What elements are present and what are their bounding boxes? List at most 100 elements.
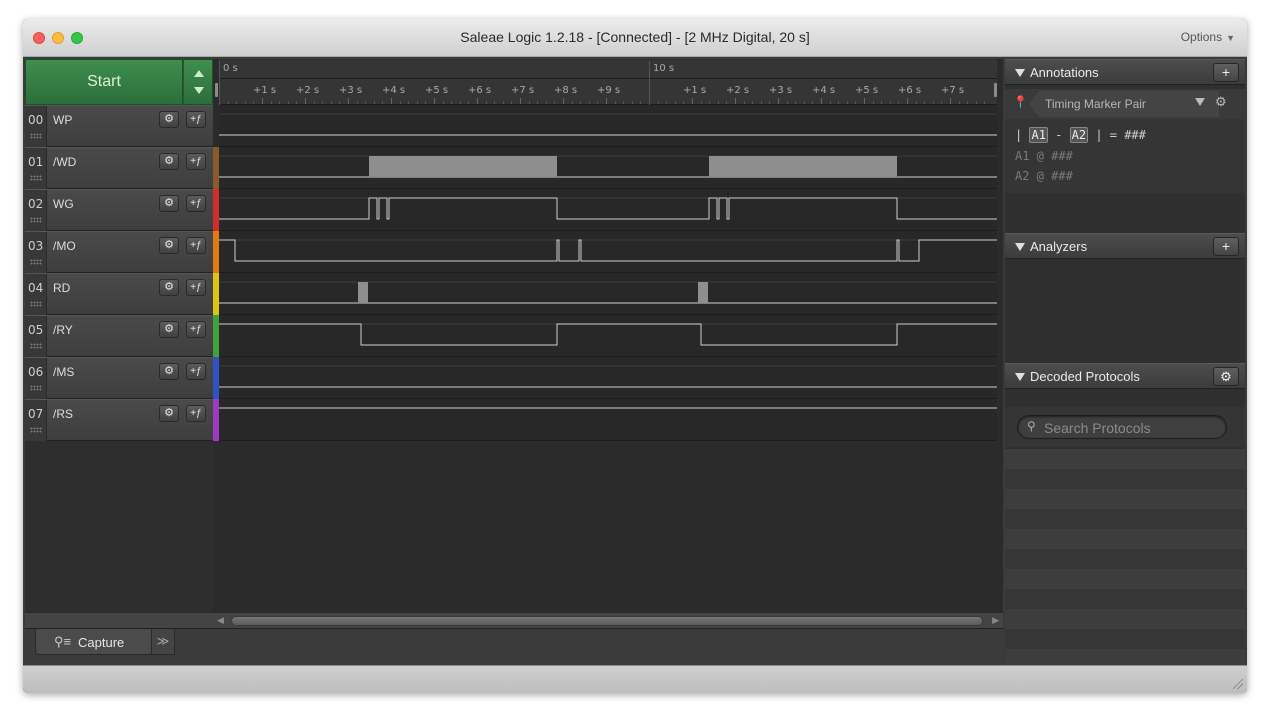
- analyzers-header[interactable]: Analyzers +: [1005, 233, 1245, 259]
- channel-track[interactable]: [219, 105, 997, 147]
- ruler-major-label: 0 s: [223, 63, 238, 74]
- drag-handle-icon[interactable]: [30, 343, 42, 349]
- channel-track[interactable]: [219, 315, 997, 357]
- channel-name[interactable]: RD: [53, 281, 70, 295]
- channel-settings-button[interactable]: ⚙: [159, 153, 179, 170]
- marker-a1-badge[interactable]: A1: [1029, 127, 1048, 143]
- tab-capture[interactable]: ⚲≡ Capture: [35, 629, 153, 655]
- channel-row[interactable]: 04 RD ⚙ +ƒ: [25, 273, 213, 315]
- channel-color-strip: [213, 147, 219, 189]
- ruler-minor-tick: [236, 101, 237, 104]
- drag-handle-icon[interactable]: [30, 133, 42, 139]
- search-icon: ⚲: [1027, 419, 1036, 433]
- search-protocols-input[interactable]: [1044, 419, 1219, 437]
- channel-trigger-button[interactable]: +ƒ: [186, 405, 206, 422]
- channel-name[interactable]: WG: [53, 197, 74, 211]
- ruler-handle-icon[interactable]: [215, 83, 218, 97]
- options-menu[interactable]: Options ▼: [1181, 30, 1235, 44]
- channel-settings-button[interactable]: ⚙: [159, 405, 179, 422]
- drag-handle-icon[interactable]: [30, 217, 42, 223]
- channel-name[interactable]: /WD: [53, 155, 76, 169]
- ruler-minor-tick: [382, 101, 383, 104]
- marker-type-label: Timing Marker Pair: [1045, 97, 1146, 111]
- drag-handle-icon[interactable]: [30, 301, 42, 307]
- channel-color-strip: [213, 189, 219, 231]
- protocol-search-box[interactable]: ⚲: [1017, 415, 1227, 439]
- channel-name[interactable]: /RY: [53, 323, 73, 337]
- horizontal-scroll-thumb[interactable]: [231, 616, 983, 626]
- ruler-minor-tick: [537, 101, 538, 104]
- channel-settings-button[interactable]: ⚙: [159, 111, 179, 128]
- waveform: [219, 113, 997, 136]
- drag-handle-icon[interactable]: [30, 259, 42, 265]
- drag-handle-icon[interactable]: [30, 385, 42, 391]
- marker-dropdown-icon[interactable]: [1195, 98, 1205, 106]
- annotations-header[interactable]: Annotations +: [1005, 59, 1245, 85]
- ruler-tick: [262, 98, 263, 104]
- channel-row[interactable]: 01 /WD ⚙ +ƒ: [25, 147, 213, 189]
- channel-settings-button[interactable]: ⚙: [159, 321, 179, 338]
- channel-track[interactable]: [219, 357, 997, 399]
- channel-track[interactable]: [219, 399, 997, 441]
- ruler-tick-label: +7 s: [511, 85, 535, 96]
- channel-name[interactable]: /MS: [53, 365, 74, 379]
- decoded-protocols-header[interactable]: Decoded Protocols ⚙: [1005, 363, 1245, 389]
- channel-trigger-button[interactable]: +ƒ: [186, 363, 206, 380]
- channel-track[interactable]: [219, 231, 997, 273]
- ruler-minor-tick: [228, 101, 229, 104]
- channel-name[interactable]: /MO: [53, 239, 76, 253]
- drag-handle-icon[interactable]: [30, 427, 42, 433]
- timing-marker-row[interactable]: 📍 Timing Marker Pair ⚙: [1005, 89, 1245, 119]
- channel-trigger-button[interactable]: +ƒ: [186, 237, 206, 254]
- channel-track[interactable]: [219, 147, 997, 189]
- channel-row[interactable]: 05 /RY ⚙ +ƒ: [25, 315, 213, 357]
- start-options-button[interactable]: [183, 59, 213, 105]
- protocols-settings-button[interactable]: ⚙: [1213, 367, 1239, 386]
- ruler-handle-icon[interactable]: [994, 83, 997, 97]
- channel-row[interactable]: 03 /MO ⚙ +ƒ: [25, 231, 213, 273]
- more-tabs-button[interactable]: ≫: [151, 629, 175, 655]
- channel-track[interactable]: [219, 189, 997, 231]
- marker-gear-icon[interactable]: ⚙: [1215, 94, 1227, 110]
- app-window: Saleae Logic 1.2.18 - [Connected] - [2 M…: [23, 19, 1247, 693]
- ruler-minor-tick: [795, 101, 796, 104]
- ruler-minor-tick: [503, 101, 504, 104]
- channel-track[interactable]: [219, 273, 997, 315]
- waveform: [219, 407, 997, 409]
- channel-name[interactable]: WP: [53, 113, 72, 127]
- scroll-right-arrow-icon[interactable]: ▶: [992, 615, 999, 626]
- protocol-list-row: [1005, 629, 1245, 649]
- marker-a2-badge[interactable]: A2: [1069, 127, 1089, 143]
- ruler-tick: [391, 98, 392, 104]
- channel-trigger-button[interactable]: +ƒ: [186, 279, 206, 296]
- horizontal-scrollbar[interactable]: ◀ ▶: [213, 612, 1003, 628]
- protocol-list-row: [1005, 509, 1245, 529]
- channel-trigger-button[interactable]: +ƒ: [186, 111, 206, 128]
- window-title: Saleae Logic 1.2.18 - [Connected] - [2 M…: [460, 29, 810, 45]
- add-analyzer-button[interactable]: +: [1213, 237, 1239, 256]
- channel-trigger-button[interactable]: +ƒ: [186, 153, 206, 170]
- start-button[interactable]: Start: [25, 59, 183, 105]
- channel-trigger-button[interactable]: +ƒ: [186, 195, 206, 212]
- ruler-minor-tick: [632, 101, 633, 104]
- channel-settings-button[interactable]: ⚙: [159, 363, 179, 380]
- channel-settings-button[interactable]: ⚙: [159, 195, 179, 212]
- time-ruler[interactable]: 0 s 10 s +1 s +2 s +3 s +4 s +5 s +6 s +7 s +8 s +…: [215, 59, 997, 105]
- ruler-tick-label: +4 s: [382, 85, 406, 96]
- channel-settings-button[interactable]: ⚙: [159, 279, 179, 296]
- add-annotation-button[interactable]: +: [1213, 63, 1239, 82]
- channel-row[interactable]: 06 /MS ⚙ +ƒ: [25, 357, 213, 399]
- channel-row[interactable]: 02 WG ⚙ +ƒ: [25, 189, 213, 231]
- ruler-minor-tick: [554, 101, 555, 104]
- waveform-timeline[interactable]: 0 s 10 s +1 s +2 s +3 s +4 s +5 s +6 s +7 s +8 s +…: [213, 59, 1003, 663]
- ruler-tick: [692, 98, 693, 104]
- scroll-left-arrow-icon[interactable]: ◀: [217, 615, 224, 626]
- channel-row[interactable]: 00 WP ⚙ +ƒ: [25, 105, 213, 147]
- resize-grip-icon[interactable]: [1233, 679, 1243, 689]
- channel-row[interactable]: 07 /RS ⚙ +ƒ: [25, 399, 213, 441]
- drag-handle-icon[interactable]: [30, 175, 42, 181]
- channel-name[interactable]: /RS: [53, 407, 73, 421]
- channel-color-strip: [213, 315, 219, 357]
- channel-trigger-button[interactable]: +ƒ: [186, 321, 206, 338]
- channel-settings-button[interactable]: ⚙: [159, 237, 179, 254]
